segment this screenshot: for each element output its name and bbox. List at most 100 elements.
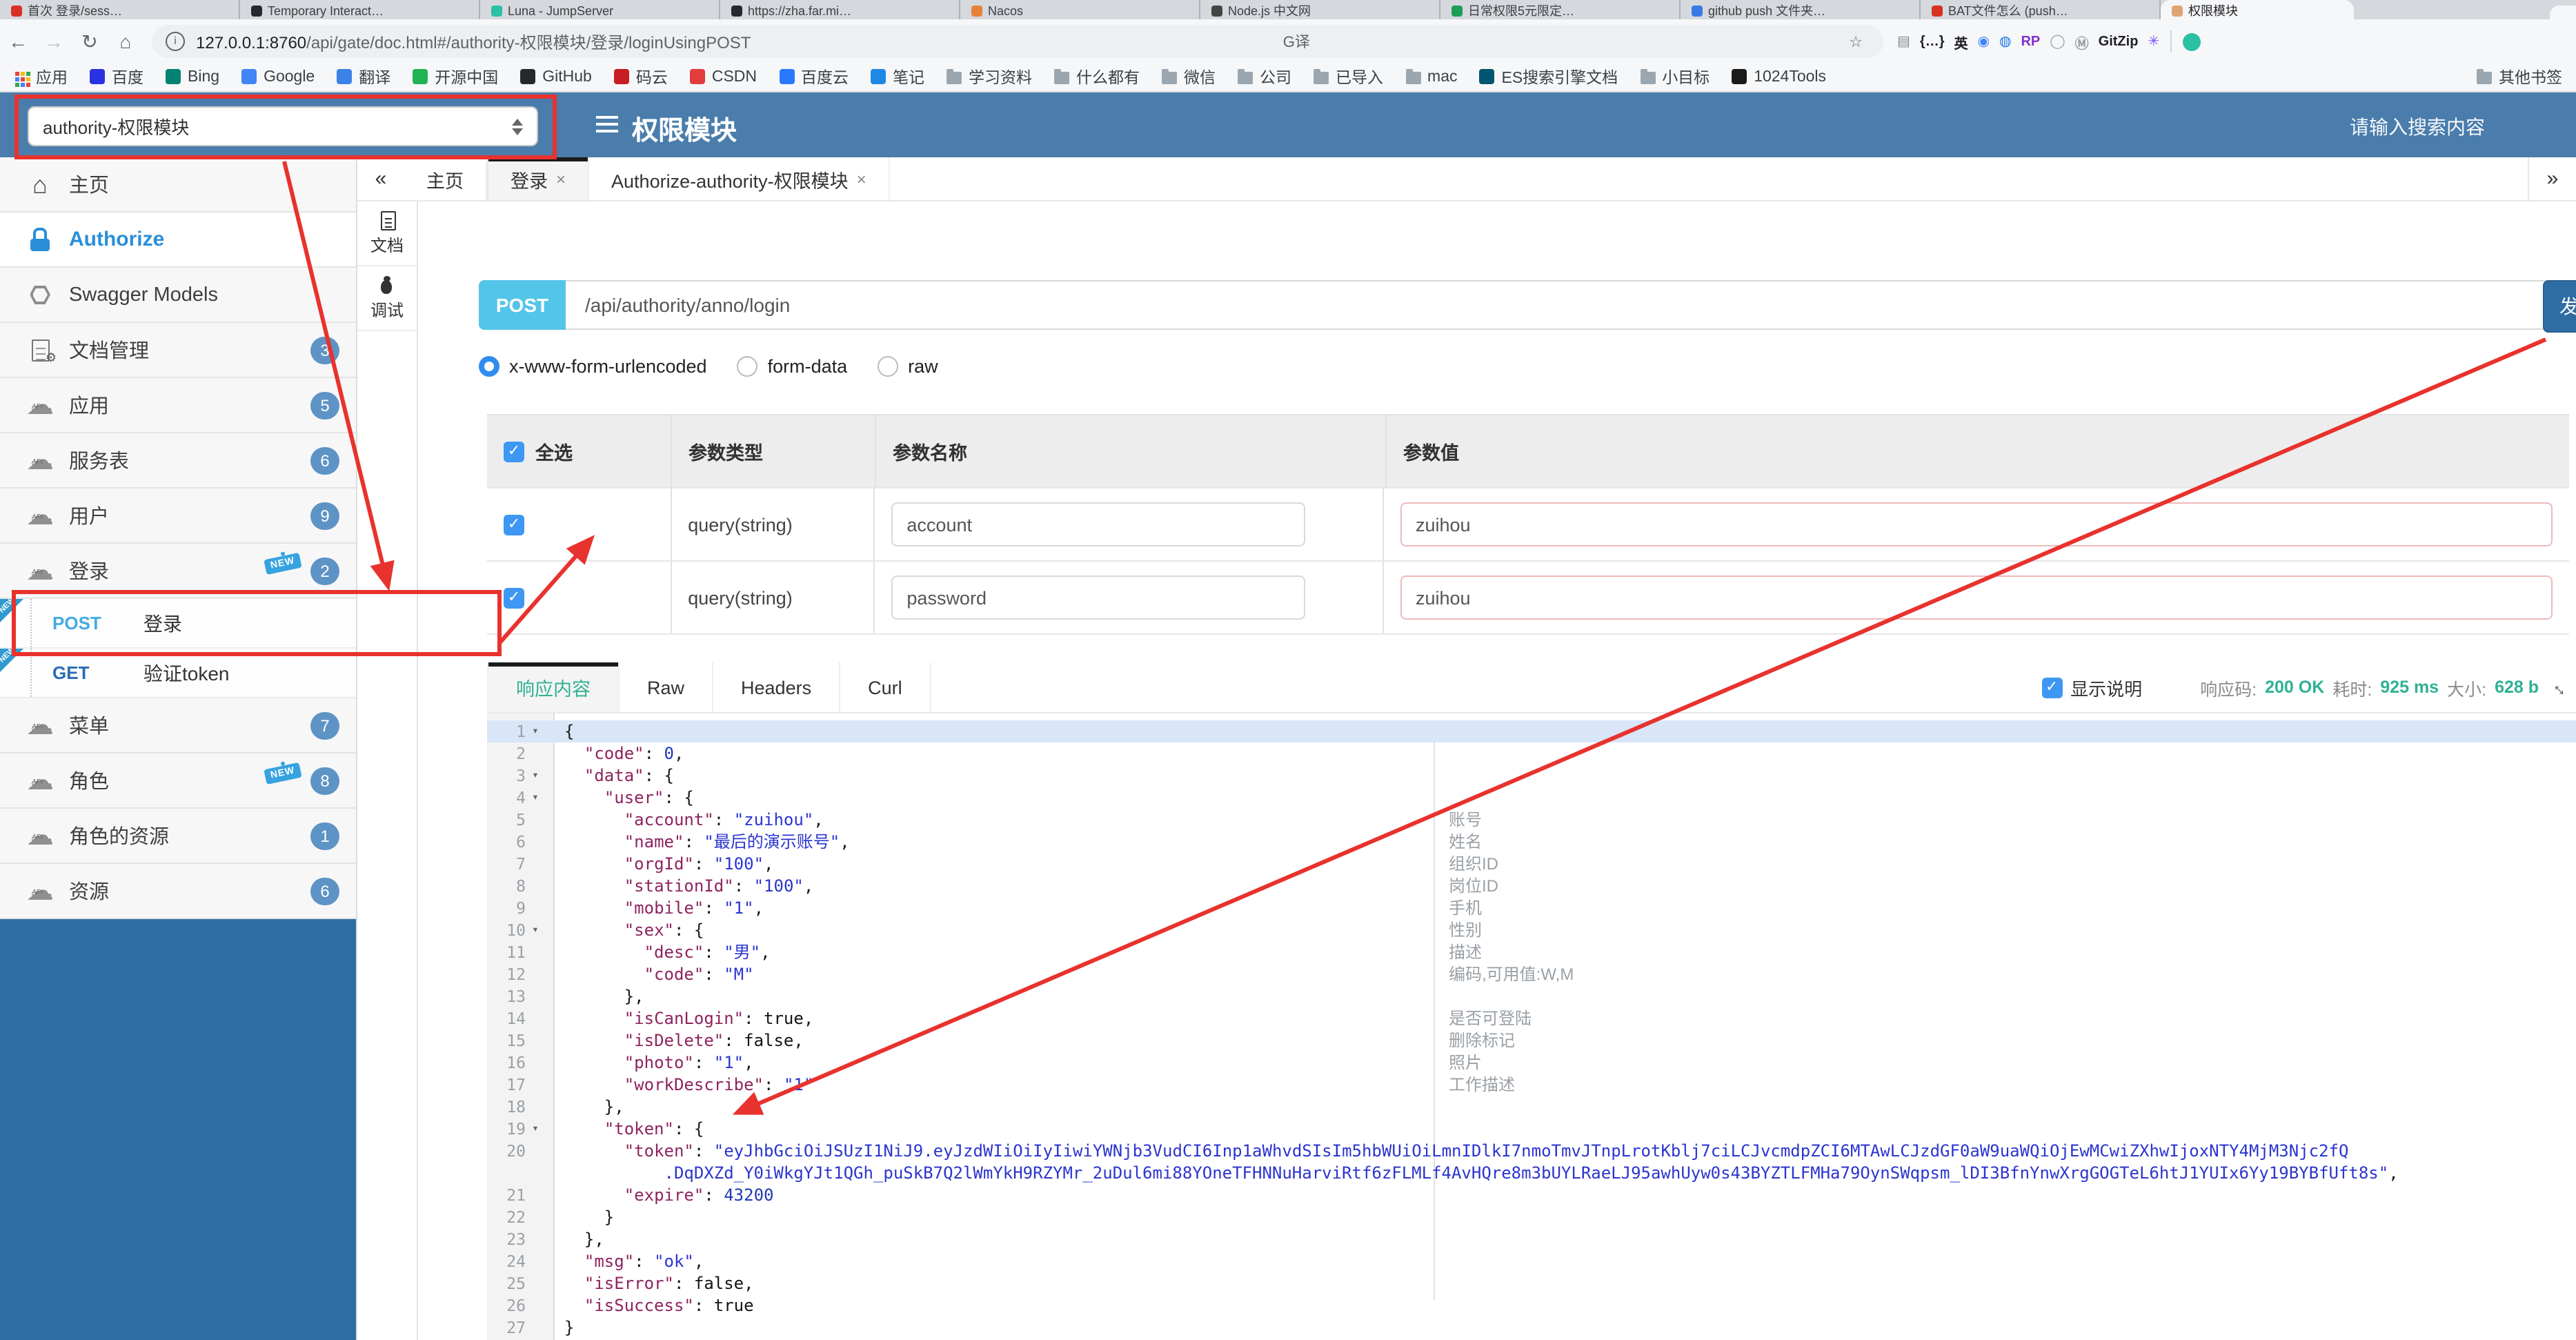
scroll-tabs-icon[interactable]: »: [2528, 157, 2576, 200]
gutter[interactable]: 18 ▾: [487, 1096, 553, 1118]
gutter[interactable]: 7 ▾: [487, 853, 553, 875]
response-tab[interactable]: Curl: [840, 662, 931, 712]
browser-tab[interactable]: Node.js 中文网: [1200, 0, 1440, 19]
bookmark-item[interactable]: Bing: [166, 69, 219, 86]
gutter[interactable]: 3 ▾: [487, 765, 553, 787]
radio-icon[interactable]: [737, 356, 758, 377]
gutter[interactable]: 12 ▾: [487, 963, 553, 985]
bookmark-item[interactable]: 微信: [1162, 66, 1216, 88]
bookmark-item[interactable]: 公司: [1238, 66, 1291, 88]
body-type-radio[interactable]: raw: [878, 356, 938, 377]
browser-tab[interactable]: Luna - JumpServer: [480, 0, 720, 19]
sidebar-item[interactable]: 角色的资源 NEW 1: [0, 809, 356, 864]
sidebar-item[interactable]: 菜单 NEW 7: [0, 698, 356, 753]
site-info-icon[interactable]: i: [166, 32, 185, 51]
param-name-input[interactable]: [891, 575, 1306, 620]
gutter[interactable]: 14 ▾: [487, 1007, 553, 1029]
sidebar-item[interactable]: 登录 NEW 2: [0, 544, 356, 599]
fold-arrow-icon[interactable]: ▾: [526, 720, 545, 742]
sidebar-operation[interactable]: NEW GET 验证token: [0, 647, 356, 698]
reload-button[interactable]: ↻: [72, 25, 108, 58]
bookmark-item[interactable]: 翻译: [337, 66, 390, 88]
extension-icon[interactable]: ◍: [1999, 34, 2011, 49]
bookmark-item[interactable]: 学习资料: [947, 66, 1032, 88]
document-tab[interactable]: 主页: [404, 157, 487, 200]
body-type-radio[interactable]: x-www-form-urlencoded: [479, 356, 707, 377]
translate-icon[interactable]: G译: [1276, 30, 1317, 52]
document-tab[interactable]: Authorize-authority-权限模块 ×: [589, 157, 890, 200]
gutter[interactable]: 4 ▾: [487, 787, 553, 809]
param-name-input[interactable]: [891, 502, 1306, 546]
fold-arrow-icon[interactable]: ▾: [526, 919, 545, 941]
gutter[interactable]: 11 ▾: [487, 941, 553, 963]
gutter[interactable]: 10 ▾: [487, 919, 553, 941]
extension-icon[interactable]: 英: [1954, 31, 1968, 52]
view-tab[interactable]: 调试: [357, 266, 417, 331]
sidebar-item[interactable]: Authorize NEW: [0, 213, 356, 268]
gutter[interactable]: 17 ▾: [487, 1074, 553, 1096]
gutter[interactable]: 15 ▾: [487, 1029, 553, 1052]
radio-icon[interactable]: [878, 356, 899, 377]
response-tab[interactable]: Headers: [713, 662, 841, 712]
gutter[interactable]: 16 ▾: [487, 1052, 553, 1074]
extension-icon[interactable]: ✳: [2148, 34, 2159, 49]
gutter[interactable]: 1 ▾: [487, 720, 553, 742]
view-tab[interactable]: 文档: [357, 201, 417, 266]
bookmark-item[interactable]: CSDN: [689, 69, 757, 86]
gutter[interactable]: 5 ▾: [487, 809, 553, 831]
close-tab-icon[interactable]: ×: [857, 169, 866, 188]
bookmark-item[interactable]: Google: [241, 69, 315, 86]
browser-tab[interactable]: 首次 登录/sess…: [0, 0, 240, 19]
response-tab[interactable]: 响应内容: [487, 662, 620, 712]
bookmark-star-icon[interactable]: ☆: [1842, 32, 1870, 50]
menu-toggle-icon[interactable]: [596, 116, 618, 119]
sidebar-item[interactable]: 资源 NEW 6: [0, 864, 356, 919]
browser-tab[interactable]: https://zha.far.mi…: [720, 0, 960, 19]
response-tab[interactable]: Raw: [620, 662, 714, 712]
row-checkbox[interactable]: ✓: [504, 587, 524, 608]
extension-icon[interactable]: ◉: [1978, 34, 1990, 49]
sidebar-item[interactable]: 主页 NEW: [0, 157, 356, 213]
browser-tab[interactable]: Nacos: [960, 0, 1200, 19]
gutter[interactable]: 21 ▾: [487, 1184, 553, 1206]
gutter[interactable]: ▾: [487, 1162, 553, 1184]
sidebar-item[interactable]: Swagger Models NEW: [0, 268, 356, 323]
bookmark-other-folder[interactable]: 其他书签: [2477, 66, 2562, 88]
sidebar-item[interactable]: 应用 NEW 5: [0, 378, 356, 433]
browser-tab[interactable]: github push 文件夹…: [1681, 0, 1921, 19]
home-button[interactable]: ⌂: [108, 25, 143, 58]
bookmark-item[interactable]: 应用: [14, 66, 68, 88]
sidebar-item[interactable]: 文档管理 NEW 3: [0, 323, 356, 378]
gutter[interactable]: 8 ▾: [487, 875, 553, 897]
extension-icon[interactable]: {…}: [1920, 34, 1945, 49]
bookmark-item[interactable]: 已导入: [1314, 66, 1383, 88]
bookmark-item[interactable]: GitHub: [520, 69, 592, 86]
gutter[interactable]: 26 ▾: [487, 1294, 553, 1317]
extension-icon[interactable]: ▤: [1897, 34, 1910, 49]
fold-arrow-icon[interactable]: ▾: [526, 787, 545, 809]
sidebar-item[interactable]: 用户 NEW 9: [0, 489, 356, 544]
bookmark-item[interactable]: 码云: [613, 66, 668, 88]
header-search-input[interactable]: [2263, 92, 2572, 160]
document-tab[interactable]: 登录 ×: [487, 157, 590, 200]
gutter[interactable]: 9 ▾: [487, 897, 553, 919]
gutter[interactable]: 24 ▾: [487, 1250, 553, 1272]
send-button[interactable]: 发: [2543, 280, 2576, 333]
body-type-radio[interactable]: form-data: [737, 356, 847, 377]
sidebar-item[interactable]: 服务表 NEW 6: [0, 433, 356, 489]
bookmark-item[interactable]: 百度云: [779, 66, 849, 88]
fold-arrow-icon[interactable]: ▾: [526, 765, 545, 787]
bookmark-item[interactable]: 开源中国: [413, 66, 498, 88]
address-bar[interactable]: i 127.0.0.1:8760/api/gate/doc.html#/auth…: [152, 25, 1883, 58]
browser-tab[interactable]: BAT文件怎么 (push…: [1921, 0, 2161, 19]
sidebar-item[interactable]: 角色 NEW 8: [0, 753, 356, 809]
browser-tab[interactable]: Temporary Interact…: [240, 0, 480, 19]
bookmark-item[interactable]: 1024Tools: [1732, 69, 1826, 86]
close-tab-icon[interactable]: ×: [556, 169, 566, 188]
bookmark-item[interactable]: 什么都有: [1054, 66, 1140, 88]
gutter[interactable]: 20 ▾: [487, 1140, 553, 1162]
gutter[interactable]: 13 ▾: [487, 985, 553, 1007]
gutter[interactable]: 6 ▾: [487, 831, 553, 853]
select-all-checkbox[interactable]: ✓: [504, 441, 524, 462]
extension-icon[interactable]: ◯: [2050, 34, 2065, 49]
